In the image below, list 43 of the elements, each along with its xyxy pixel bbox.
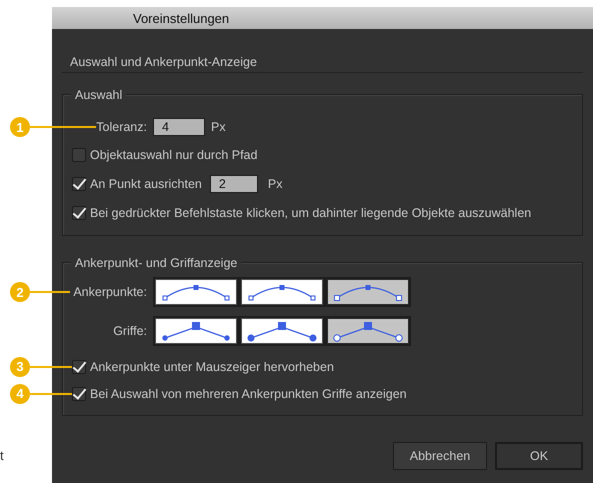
unit-label: Px xyxy=(211,120,226,134)
curve-icon xyxy=(334,285,402,301)
callout-number: 2 xyxy=(10,282,30,302)
handle-icon xyxy=(162,322,230,340)
handle-style-option[interactable] xyxy=(327,318,409,344)
checkbox[interactable] xyxy=(72,206,86,220)
checkbox-label[interactable]: Ankerpunkte unter Mauszeiger hervorheben xyxy=(90,360,334,374)
ok-button[interactable]: OK xyxy=(495,442,583,470)
checkbox[interactable] xyxy=(72,360,86,374)
curve-icon xyxy=(248,285,316,300)
callout-number: 1 xyxy=(10,117,30,137)
leader-line xyxy=(30,392,72,394)
row-label: Ankerpunkte: xyxy=(72,285,148,299)
unit-label: Px xyxy=(268,176,282,190)
handle-style-option[interactable] xyxy=(241,318,323,344)
checkbox-label[interactable]: Bei gedrückter Befehlstaste klicken, um dahinter liegende Objekte auszuwählen xyxy=(90,206,532,220)
handle-icon xyxy=(248,322,316,341)
tolerance-field[interactable]: 4 xyxy=(153,118,205,136)
checkbox[interactable] xyxy=(72,176,86,190)
anchor-style-option[interactable] xyxy=(241,279,323,305)
checkbox-label[interactable]: Objektauswahl nur durch Pfad xyxy=(90,148,258,162)
anchor-style-option[interactable] xyxy=(327,279,409,305)
window-title: Voreinstellungen xyxy=(52,7,593,29)
group-legend: Ankerpunkt- und Griffanzeige xyxy=(71,255,242,271)
callout-number: 4 xyxy=(10,384,30,404)
curve-icon xyxy=(162,285,230,300)
anchor-style-option[interactable] xyxy=(155,279,237,305)
checkbox-label[interactable]: An Punkt ausrichten xyxy=(90,176,202,190)
cancel-button[interactable]: Abbrechen xyxy=(393,442,487,470)
checkbox[interactable] xyxy=(72,386,86,400)
cut-off-text: t xyxy=(0,448,4,463)
leader-line xyxy=(30,366,72,368)
checkbox-label[interactable]: Bei Auswahl von mehreren Ankerpunkten Griffe anzeigen xyxy=(90,386,407,400)
checkbox[interactable] xyxy=(72,148,86,162)
handle-style-option[interactable] xyxy=(155,318,237,344)
leader-line xyxy=(30,126,96,128)
section-title: Auswahl und Ankerpunkt-Anzeige xyxy=(62,55,583,73)
leader-line xyxy=(30,291,70,293)
callout-number: 3 xyxy=(10,356,30,376)
handle-icon xyxy=(333,322,403,342)
row-label: Griffe: xyxy=(112,324,148,338)
input-field[interactable]: 2 xyxy=(210,174,258,192)
tolerance-label: Toleranz: xyxy=(95,120,148,134)
